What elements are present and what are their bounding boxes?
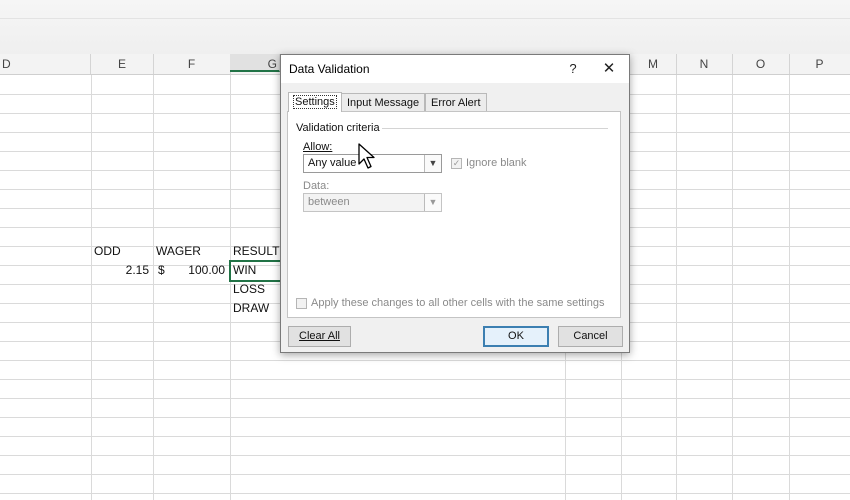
header-result[interactable]: RESULT (233, 242, 279, 261)
col-header-e[interactable]: E (91, 54, 154, 74)
tab-input-message[interactable]: Input Message (341, 93, 426, 112)
ok-button[interactable]: OK (483, 326, 549, 347)
data-dropdown[interactable]: between ▼ (303, 193, 442, 212)
header-wager[interactable]: WAGER (156, 242, 201, 261)
data-dropdown-value: between (308, 196, 350, 208)
col-header-d[interactable]: D (0, 54, 91, 74)
apply-all-label: Apply these changes to all other cells w… (311, 297, 605, 309)
cell-wager-value[interactable]: 100.00 (170, 261, 225, 280)
chevron-down-icon[interactable]: ▼ (424, 155, 441, 172)
close-icon[interactable]: ✕ (599, 59, 619, 79)
ribbon-area (0, 0, 850, 55)
cell-currency-symbol[interactable]: $ (158, 261, 165, 280)
col-header-o[interactable]: O (732, 54, 790, 74)
group-divider (378, 128, 608, 129)
cancel-button[interactable]: Cancel (558, 326, 623, 347)
col-header-f[interactable]: F (153, 54, 231, 74)
ignore-blank-label: Ignore blank (466, 157, 527, 169)
cell-result-value[interactable]: WIN (233, 261, 256, 280)
mouse-pointer-icon (358, 143, 375, 169)
cell-odd-value[interactable]: 2.15 (91, 261, 149, 280)
chevron-down-icon[interactable]: ▼ (424, 194, 441, 211)
validation-criteria-label: Validation criteria (294, 122, 382, 134)
settings-panel: Validation criteria Allow: Any value ▼ ✓… (287, 111, 621, 318)
list-item-draw[interactable]: DRAW (233, 299, 269, 318)
col-header-p[interactable]: P (789, 54, 850, 74)
list-item-loss[interactable]: LOSS (233, 280, 265, 299)
allow-dropdown-value: Any value (308, 157, 357, 169)
tab-settings-label: Settings (293, 95, 337, 109)
tab-settings[interactable]: Settings (288, 92, 342, 112)
tab-error-alert[interactable]: Error Alert (425, 93, 487, 112)
apply-all-checkbox[interactable] (296, 298, 307, 309)
col-header-m[interactable]: M (630, 54, 677, 74)
header-odd[interactable]: ODD (94, 242, 121, 261)
dialog-title: Data Validation (289, 62, 370, 76)
col-header-g[interactable]: G (230, 54, 280, 72)
help-icon[interactable]: ? (563, 59, 583, 79)
col-header-n[interactable]: N (676, 54, 733, 74)
ignore-blank-checkbox[interactable]: ✓ (451, 158, 462, 169)
dialog-titlebar[interactable]: Data Validation ? ✕ (281, 55, 629, 83)
allow-label: Allow: (303, 141, 333, 153)
data-label: Data: (303, 180, 330, 192)
data-validation-dialog: Data Validation ? ✕ Settings Input Messa… (280, 54, 630, 353)
clear-all-button[interactable]: Clear All (288, 326, 351, 347)
